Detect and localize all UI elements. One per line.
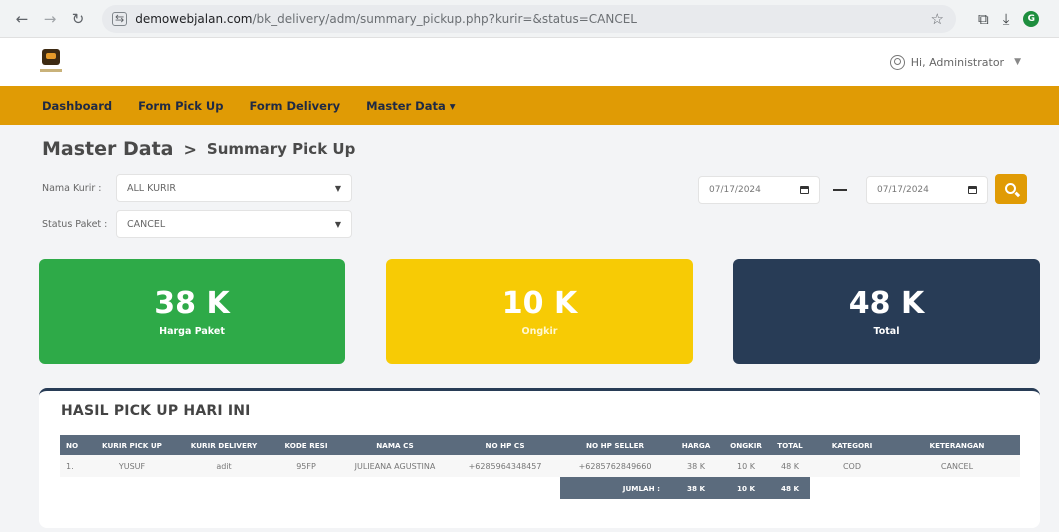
dropdown-arrow-icon: ▼ (334, 219, 341, 229)
status-select[interactable]: CANCEL ▼ (116, 210, 352, 238)
nav-master-data[interactable]: Master Data ▾ (366, 99, 455, 113)
cell-kurir-delivery: adit (176, 455, 272, 477)
status-selected-value: CANCEL (127, 218, 166, 230)
kurir-filter: Nama Kurir : ALL KURIR ▼ (42, 174, 352, 202)
address-bar[interactable]: ⇆ demowebjalan.com/bk_delivery/adm/summa… (102, 4, 956, 33)
total-label: Total (873, 326, 900, 337)
user-menu[interactable]: Hi, Administrator ▼ (889, 54, 1021, 70)
site-settings-icon[interactable]: ⇆ (112, 11, 128, 26)
cell-ongkir: 10 K (722, 455, 770, 477)
forward-arrow-icon[interactable]: → (38, 7, 62, 31)
search-icon (1004, 182, 1016, 194)
kurir-label: Nama Kurir : (42, 182, 102, 194)
column-header: NO HP SELLER (560, 435, 670, 455)
company-logo[interactable] (38, 47, 64, 77)
cell-total: 48 K (770, 455, 810, 477)
ongkir-card: 10 K Ongkir (386, 259, 693, 364)
column-header: NO (60, 435, 88, 455)
status-filter: Status Paket : CANCEL ▼ (42, 210, 352, 238)
summary-label: JUMLAH : (560, 477, 670, 499)
calendar-icon[interactable] (800, 186, 809, 194)
column-header: NO HP CS (450, 435, 560, 455)
dropdown-arrow-icon: ▼ (334, 183, 341, 193)
cell-no-hp-seller: +6285762849660 (560, 455, 670, 477)
column-header: HARGA (670, 435, 722, 455)
profile-avatar[interactable]: G (1023, 10, 1040, 27)
column-header: NAMA CS (340, 435, 450, 455)
main-navigation: Dashboard Form Pick Up Form Delivery Mas… (0, 86, 1059, 125)
url-host: demowebjalan.com (135, 11, 253, 26)
date-to-input[interactable]: 07/17/2024 (866, 176, 988, 204)
date-from-input[interactable]: 07/17/2024 (698, 176, 820, 204)
summary-spacer (60, 477, 560, 499)
date-range-dash (833, 189, 847, 191)
reload-icon[interactable]: ↻ (66, 7, 90, 31)
summary-harga: 38 K (670, 477, 722, 499)
page-title: Summary Pick Up (206, 140, 356, 158)
app-header: Hi, Administrator ▼ (0, 38, 1059, 86)
total-card: 48 K Total (733, 259, 1040, 364)
back-arrow-icon[interactable]: ← (10, 7, 34, 31)
table-header-row: NO KURIR PICK UP KURIR DELIVERY KODE RES… (60, 435, 1020, 455)
cell-nama-cs: JULIEANA AGUSTINA (340, 455, 450, 477)
column-header: ONGKIR (722, 435, 770, 455)
ongkir-value: 10 K (501, 286, 578, 321)
column-header: KURIR PICK UP (88, 435, 176, 455)
nav-form-pick-up[interactable]: Form Pick Up (138, 99, 223, 113)
browser-toolbar: ← → ↻ ⇆ demowebjalan.com/bk_delivery/adm… (0, 0, 1059, 38)
column-header: KODE RESI (272, 435, 340, 455)
column-header: KURIR DELIVERY (176, 435, 272, 455)
nav-dashboard[interactable]: Dashboard (42, 99, 112, 113)
user-greeting: Hi, Administrator (910, 55, 1005, 69)
user-circle-icon (889, 54, 905, 70)
total-value: 48 K (848, 286, 925, 321)
extensions-icon[interactable]: ⧉ (978, 10, 989, 28)
harga-paket-card: 38 K Harga Paket (39, 259, 345, 364)
column-header: TOTAL (770, 435, 810, 455)
pickup-results-panel: HASIL PICK UP HARI INI NO KURIR PICK UP … (39, 388, 1040, 528)
column-header: KETERANGAN (894, 435, 1020, 455)
breadcrumb: Master Data > Summary Pick Up (42, 138, 355, 160)
cell-keterangan: CANCEL (894, 455, 1020, 477)
breadcrumb-separator: > (183, 139, 197, 159)
chevron-down-icon: ▼ (1014, 57, 1021, 67)
summary-spacer (810, 477, 1020, 499)
search-button[interactable] (995, 174, 1027, 204)
date-from-value: 07/17/2024 (709, 185, 761, 195)
cell-harga: 38 K (670, 455, 722, 477)
summary-total: 48 K (770, 477, 810, 499)
summary-row: JUMLAH : 38 K 10 K 48 K (60, 477, 1020, 499)
breadcrumb-root[interactable]: Master Data (42, 138, 174, 160)
harga-paket-label: Harga Paket (159, 326, 225, 337)
kurir-select[interactable]: ALL KURIR ▼ (116, 174, 352, 202)
cell-no-hp-cs: +6285964348457 (450, 455, 560, 477)
date-to-value: 07/17/2024 (877, 185, 929, 195)
cell-kategori: COD (810, 455, 894, 477)
harga-paket-value: 38 K (154, 286, 230, 321)
nav-form-delivery[interactable]: Form Delivery (250, 99, 341, 113)
panel-title: HASIL PICK UP HARI INI (61, 403, 251, 419)
column-header: KATEGORI (810, 435, 894, 455)
status-label: Status Paket : (42, 218, 108, 230)
table-row: 1. YUSUF adit 95FP JULIEANA AGUSTINA +62… (60, 455, 1020, 477)
cell-kurir-pickup: YUSUF (88, 455, 176, 477)
download-icon[interactable]: ⤓ (1003, 10, 1010, 28)
calendar-icon[interactable] (968, 186, 977, 194)
cell-kode-resi: 95FP (272, 455, 340, 477)
ongkir-label: Ongkir (521, 326, 558, 337)
cell-no: 1. (60, 455, 88, 477)
summary-ongkir: 10 K (722, 477, 770, 499)
bookmark-star-icon[interactable]: ☆ (931, 10, 944, 28)
kurir-selected-value: ALL KURIR (127, 182, 177, 194)
pickup-table: NO KURIR PICK UP KURIR DELIVERY KODE RES… (60, 435, 1020, 499)
url-path: /bk_delivery/adm/summary_pickup.php?kuri… (252, 11, 637, 26)
